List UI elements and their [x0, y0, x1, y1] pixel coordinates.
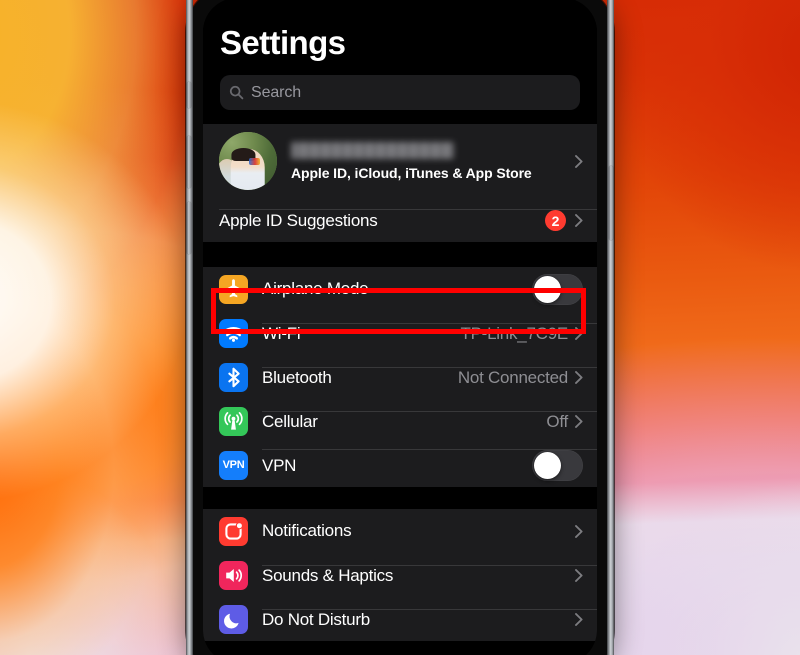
sidebar-item-wifi[interactable]: Wi-Fi TP-Link_7C9E [203, 311, 597, 355]
chevron-right-icon [575, 569, 583, 582]
sidebar-item-bluetooth[interactable]: Bluetooth Not Connected [203, 355, 597, 399]
apple-id-group: Apple ID, iCloud, iTunes & App Store App… [203, 124, 597, 242]
chevron-right-icon [575, 613, 583, 626]
apple-id-chevron-wrap [575, 154, 597, 168]
apple-id-text: Apple ID, iCloud, iTunes & App Store [291, 141, 575, 181]
chevron-right-icon [575, 327, 583, 340]
airplane-mode-toggle[interactable] [532, 273, 583, 305]
screenshot-stage: Settings Search Apple ID, iCloud, iTunes… [0, 0, 800, 655]
vpn-label: VPN [262, 455, 297, 475]
speaker-icon [226, 568, 243, 582]
volume-up-button[interactable] [187, 136, 191, 188]
silent-switch[interactable] [187, 82, 191, 108]
apple-id-subtitle: Apple ID, iCloud, iTunes & App Store [291, 164, 532, 181]
airplane-icon [224, 278, 243, 297]
settings-app: Settings Search Apple ID, iCloud, iTunes… [203, 0, 597, 641]
header-spacer [203, 110, 597, 124]
apple-id-row[interactable]: Apple ID, iCloud, iTunes & App Store [203, 124, 597, 198]
chevron-right-icon [575, 415, 583, 428]
bluetooth-value: Not Connected [457, 367, 568, 387]
do-not-disturb-label: Do Not Disturb [262, 609, 370, 629]
notification-badge-icon [225, 521, 243, 540]
account-name-redacted [291, 141, 454, 159]
bluetooth-icon-tile [219, 362, 248, 392]
status-badge: 2 [545, 210, 566, 231]
group-gap [203, 242, 597, 267]
wifi-icon [222, 326, 245, 342]
notifications-label: Notifications [262, 521, 352, 540]
chevron-right-icon [575, 154, 583, 168]
avatar [219, 132, 277, 190]
airplane-mode-label: Airplane Mode [262, 279, 369, 298]
search-input[interactable]: Search [220, 75, 580, 110]
apple-id-suggestions-label: Apple ID Suggestions [219, 210, 378, 230]
cellular-value: Off [546, 411, 568, 431]
sounds-haptics-label: Sounds & Haptics [262, 565, 394, 585]
device-right-rail [607, 0, 614, 655]
chevron-right-icon [575, 214, 583, 227]
vpn-icon-tile: VPN [219, 450, 248, 480]
bluetooth-label: Bluetooth [262, 367, 332, 387]
group-gap [203, 487, 597, 509]
avatar-face-paint [249, 157, 261, 165]
wifi-icon-tile [219, 318, 248, 348]
sidebar-item-notifications[interactable]: Notifications [203, 509, 597, 553]
cellular-icon-tile [219, 406, 248, 436]
toggle-knob [534, 275, 561, 303]
power-button[interactable] [609, 166, 613, 240]
toggle-knob [534, 452, 561, 479]
sidebar-item-airplane-mode[interactable]: Airplane Mode [203, 267, 597, 311]
vpn-icon: VPN [222, 459, 245, 471]
connectivity-group: Airplane Mode Wi-Fi TP-Link_7C9E Bluetoo… [203, 267, 597, 487]
device-screen: Settings Search Apple ID, iCloud, iTunes… [203, 0, 597, 655]
sidebar-item-apple-id-suggestions[interactable]: Apple ID Suggestions 2 [203, 198, 597, 242]
settings-nav-header: Settings Search [203, 0, 597, 110]
wifi-value: TP-Link_7C9E [460, 323, 568, 343]
sidebar-item-do-not-disturb[interactable]: Do Not Disturb [203, 597, 597, 641]
iphone-device-frame: Settings Search Apple ID, iCloud, iTunes… [186, 0, 614, 655]
notifications-icon-tile [219, 516, 248, 546]
bluetooth-icon [228, 367, 240, 387]
vpn-toggle[interactable] [532, 450, 583, 481]
sounds-icon-tile [219, 560, 248, 590]
cellular-label: Cellular [262, 411, 318, 431]
search-icon [229, 85, 244, 100]
volume-down-button[interactable] [187, 202, 191, 254]
moon-icon [224, 613, 239, 628]
notifications-group: Notifications Sounds & Haptics Do Not Di… [203, 509, 597, 641]
chevron-right-icon [575, 524, 583, 538]
chevron-right-icon [575, 371, 583, 384]
search-placeholder: Search [251, 83, 302, 101]
device-left-rail [186, 0, 193, 655]
sidebar-item-cellular[interactable]: Cellular Off [203, 399, 597, 443]
sidebar-item-sounds-haptics[interactable]: Sounds & Haptics [203, 553, 597, 597]
airplane-icon-tile [219, 274, 248, 304]
page-title: Settings [220, 24, 346, 61]
dnd-icon-tile [219, 604, 248, 634]
wifi-label: Wi-Fi [262, 323, 301, 343]
cellular-antenna-icon [224, 411, 243, 430]
sidebar-item-vpn[interactable]: VPN VPN [203, 443, 597, 487]
